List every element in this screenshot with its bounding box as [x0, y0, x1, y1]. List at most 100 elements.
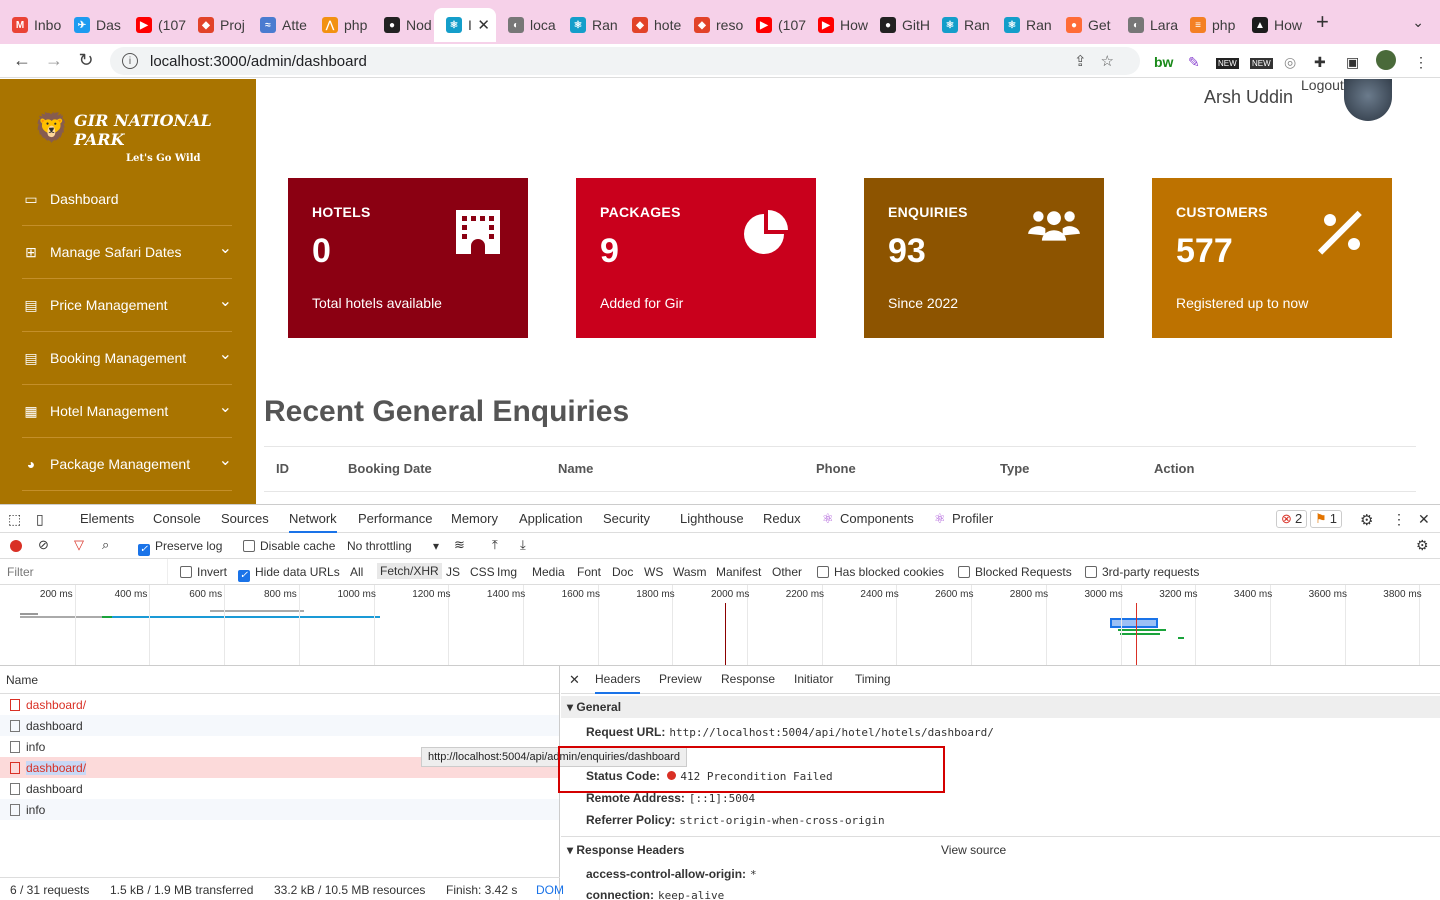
- filter-wasm[interactable]: Wasm: [673, 565, 707, 579]
- browser-tab[interactable]: M Inbo: [0, 8, 62, 42]
- filter-has-blocked-cookies[interactable]: Has blocked cookies: [817, 565, 944, 579]
- tab-memory[interactable]: Memory: [451, 511, 498, 526]
- filter-other[interactable]: Other: [772, 565, 802, 579]
- filter-media[interactable]: Media: [532, 565, 565, 579]
- puzzle-icon[interactable]: ✚: [1314, 54, 1326, 71]
- filter-all[interactable]: All: [350, 565, 363, 579]
- browser-tab[interactable]: ▶ (107: [744, 8, 806, 42]
- tab-sources[interactable]: Sources: [221, 511, 269, 526]
- column-header-booking-date[interactable]: Booking Date: [348, 461, 432, 476]
- pen-extension-icon[interactable]: ✎: [1188, 54, 1200, 71]
- extension-icon[interactable]: bw: [1154, 54, 1173, 70]
- browser-tab[interactable]: ✈ Das: [62, 8, 124, 42]
- chevron-down-icon[interactable]: ⌄: [219, 291, 232, 311]
- device-toggle-icon[interactable]: ▯: [36, 511, 44, 528]
- browser-tab[interactable]: ≈ Atte: [248, 8, 310, 42]
- filter-js[interactable]: JS: [446, 565, 460, 579]
- disable-cache-checkbox[interactable]: Disable cache: [243, 539, 335, 553]
- filter-input[interactable]: Filter: [0, 559, 168, 584]
- filter-fetch-xhr[interactable]: Fetch/XHR: [377, 563, 442, 579]
- filter-ws[interactable]: WS: [644, 565, 663, 579]
- logo[interactable]: 🦁 GIR NATIONAL PARK Let's Go Wild: [34, 111, 256, 164]
- browser-tab[interactable]: ⚛ Ran: [930, 8, 992, 42]
- browser-tab[interactable]: ● Get: [1054, 8, 1116, 42]
- browser-tab[interactable]: ▶ How: [806, 8, 868, 42]
- chevron-down-icon[interactable]: ⌄: [219, 450, 232, 470]
- chevron-down-icon[interactable]: ⌄: [219, 344, 232, 364]
- browser-tab[interactable]: ≡ php: [1178, 8, 1240, 42]
- filter-img[interactable]: Img: [497, 565, 517, 579]
- browser-tab[interactable]: ▶ (107: [124, 8, 186, 42]
- sidebar-item-price-management[interactable]: ▤ Price Management ⌄: [22, 279, 232, 332]
- browser-tab[interactable]: ◆ hote: [620, 8, 682, 42]
- user-avatar[interactable]: [1344, 79, 1392, 121]
- browser-tab[interactable]: ● GitH: [868, 8, 930, 42]
- filter-icon[interactable]: ▽: [74, 537, 84, 553]
- browser-tab[interactable]: ⚛ Ran: [992, 8, 1054, 42]
- wifi-icon[interactable]: ≋: [454, 537, 465, 553]
- stat-card-hotels[interactable]: HOTELS 0 Total hotels available: [288, 178, 528, 338]
- browser-tab[interactable]: ⚛ I ✕: [434, 8, 496, 42]
- name-column-header[interactable]: Name: [0, 666, 559, 694]
- preserve-log-checkbox[interactable]: ✓ Preserve log: [138, 539, 222, 556]
- sidebar-item-dashboard[interactable]: ▭ Dashboard: [22, 173, 232, 226]
- settings-icon[interactable]: ⚙: [1360, 511, 1373, 529]
- profile-avatar[interactable]: [1376, 50, 1396, 70]
- filter-font[interactable]: Font: [577, 565, 601, 579]
- column-header-action[interactable]: Action: [1154, 461, 1194, 476]
- chevron-down-icon[interactable]: ⌄: [219, 397, 232, 417]
- response-headers-section[interactable]: ▾ Response Headers: [567, 843, 684, 857]
- filter-css[interactable]: CSS: [470, 565, 495, 579]
- browser-tab[interactable]: ▲ How: [1240, 8, 1302, 42]
- sidebar-item-package-management[interactable]: ◕ Package Management ⌄: [22, 438, 232, 491]
- sidebar-item-booking-management[interactable]: ▤ Booking Management ⌄: [22, 332, 232, 385]
- detail-tab-preview[interactable]: Preview: [659, 672, 702, 686]
- inspect-icon[interactable]: ⬚: [8, 511, 21, 528]
- record-icon[interactable]: [10, 540, 22, 552]
- stat-card-packages[interactable]: PACKAGES 9 Added for Gir: [576, 178, 816, 338]
- clear-icon[interactable]: ⊘: [38, 537, 49, 553]
- stat-card-enquiries[interactable]: ENQUIRIES 93 Since 2022: [864, 178, 1104, 338]
- browser-tab[interactable]: ◆ reso: [682, 8, 744, 42]
- sidebar-item-hotel-management[interactable]: ▦ Hotel Management ⌄: [22, 385, 232, 438]
- detail-tab-headers[interactable]: Headers: [595, 672, 641, 694]
- network-timeline[interactable]: 200 ms 400 ms 600 ms 800 ms 1000 ms 1200 ms 14…: [0, 585, 1440, 666]
- circle-extension-icon[interactable]: ◎: [1284, 54, 1296, 71]
- sidebar-item-manage-safari-dates[interactable]: ⊞ Manage Safari Dates ⌄: [22, 226, 232, 279]
- filter-blocked-requests[interactable]: Blocked Requests: [958, 565, 1072, 579]
- tab-elements[interactable]: Elements: [80, 511, 134, 526]
- menu-icon[interactable]: ⋮: [1414, 54, 1428, 71]
- throttling-select[interactable]: No throttling ▾: [347, 539, 439, 553]
- browser-tab[interactable]: ⋀ php: [310, 8, 372, 42]
- address-bar[interactable]: i localhost:3000/admin/dashboard ⇪☆: [110, 47, 1140, 75]
- filter-invert[interactable]: Invert: [180, 565, 227, 579]
- filter-manifest[interactable]: Manifest: [716, 565, 761, 579]
- new-extension-icon-2[interactable]: NEW: [1250, 58, 1273, 69]
- share-star-icons[interactable]: ⇪☆: [1074, 52, 1128, 70]
- close-tab-icon[interactable]: ✕: [477, 16, 490, 34]
- browser-tab[interactable]: ◐ loca: [496, 8, 558, 42]
- export-icon[interactable]: ⤓: [520, 537, 526, 553]
- tab-profiler[interactable]: Profiler: [952, 511, 993, 526]
- close-devtools-icon[interactable]: ✕: [1418, 511, 1430, 528]
- chevron-down-icon[interactable]: ⌄: [219, 238, 232, 258]
- new-tab-icon[interactable]: +: [1316, 9, 1329, 35]
- reload-icon[interactable]: ↻: [70, 50, 102, 71]
- tab-application[interactable]: Application: [519, 511, 583, 526]
- tab-redux[interactable]: Redux: [763, 511, 801, 526]
- browser-tab[interactable]: ◆ Proj: [186, 8, 248, 42]
- request-row[interactable]: info: [0, 799, 559, 820]
- stat-card-customers[interactable]: CUSTOMERS 577 Registered up to now: [1152, 178, 1392, 338]
- tab-search-icon[interactable]: ⌄: [1412, 14, 1424, 31]
- search-icon[interactable]: ⌕: [102, 537, 109, 553]
- detail-tab-initiator[interactable]: Initiator: [794, 672, 833, 686]
- warning-count-badge[interactable]: ⚑ 1: [1310, 510, 1342, 528]
- request-row[interactable]: dashboard: [0, 778, 559, 799]
- filter-doc[interactable]: Doc: [612, 565, 633, 579]
- tab-performance[interactable]: Performance: [358, 511, 432, 526]
- browser-tab[interactable]: ● Nod: [372, 8, 434, 42]
- tab-network[interactable]: Network: [289, 511, 337, 533]
- detail-tab-timing[interactable]: Timing: [855, 672, 891, 686]
- import-icon[interactable]: ⤒: [492, 537, 498, 553]
- general-section[interactable]: ▾ General: [561, 696, 1440, 718]
